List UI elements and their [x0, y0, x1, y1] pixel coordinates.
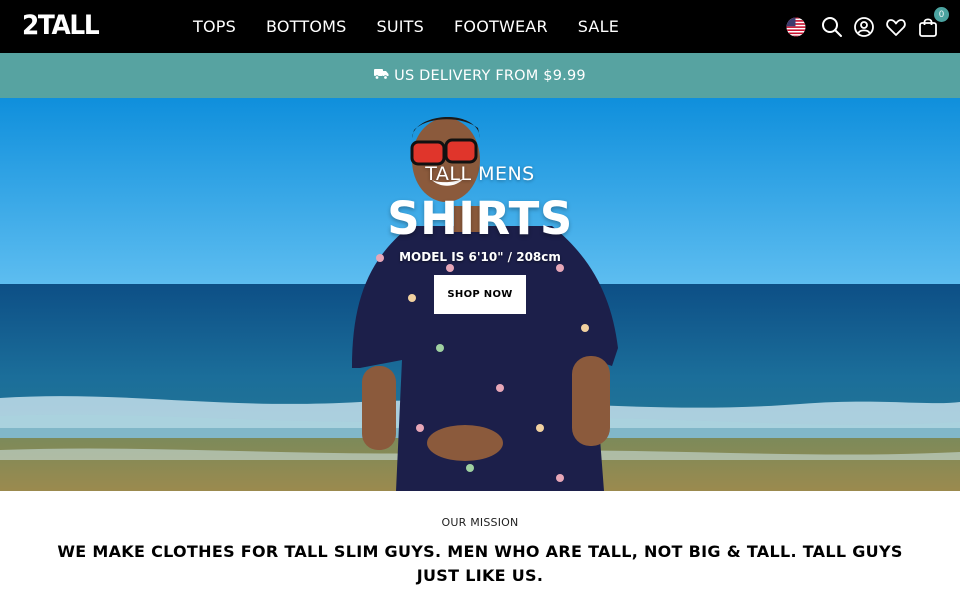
hero-eyebrow: TALL MENS [425, 163, 535, 185]
hero-model-height: MODEL IS 6'10" / 208cm [399, 250, 561, 264]
promo-text[interactable]: US DELIVERY FROM $9.99 [394, 68, 586, 84]
account-icon[interactable] [852, 15, 876, 39]
main-nav: TOPS BOTTOMS SUITS FOOTWEAR SALE [193, 0, 649, 53]
nav-item-tops[interactable]: TOPS [193, 17, 236, 36]
cart-count-badge: 0 [934, 6, 949, 22]
delivery-truck-icon [374, 67, 389, 85]
search-icon[interactable] [820, 15, 844, 39]
nav-item-suits[interactable]: SUITS [377, 17, 425, 36]
promo-bar: US DELIVERY FROM $9.99 [0, 53, 960, 98]
brand-logo[interactable]: 2TALL [22, 10, 100, 42]
shop-now-button[interactable]: SHOP NOW [434, 275, 526, 314]
nav-item-footwear[interactable]: FOOTWEAR [454, 17, 548, 36]
hero-banner: TALL MENS SHIRTS MODEL IS 6'10" / 208cm … [0, 98, 960, 491]
hero-title: SHIRTS [387, 192, 573, 245]
mission-label: OUR MISSION [441, 516, 519, 529]
header-icons: 0 [776, 0, 949, 53]
bag-icon[interactable]: 0 [916, 6, 949, 39]
mission-statement: WE MAKE CLOTHES FOR TALL SLIM GUYS. MEN … [57, 542, 903, 585]
nav-item-bottoms[interactable]: BOTTOMS [266, 17, 347, 36]
heart-icon[interactable] [884, 15, 908, 39]
nav-item-sale[interactable]: SALE [578, 17, 619, 36]
us-flag-icon[interactable] [784, 15, 808, 39]
site-header: 2TALL TOPS BOTTOMS SUITS FOOTWEAR SALE 0 [0, 0, 960, 53]
